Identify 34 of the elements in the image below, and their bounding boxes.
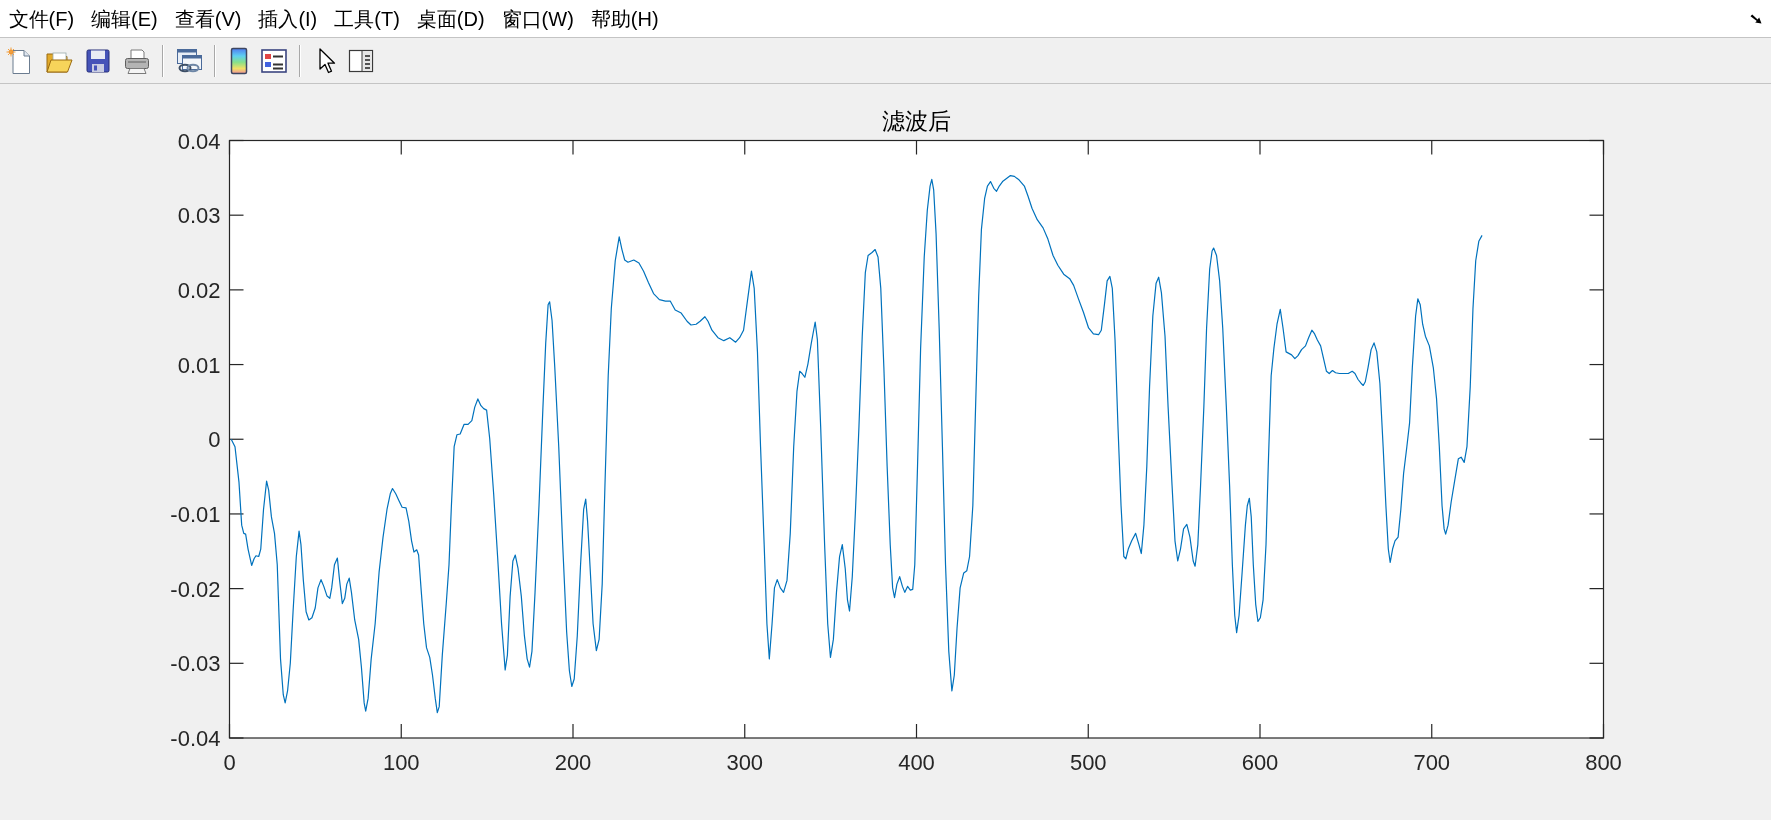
pointer-icon[interactable] — [318, 46, 336, 75]
menu-item[interactable]: 插入(I) — [249, 2, 326, 35]
menu-item[interactable]: 编辑(E) — [82, 2, 167, 35]
menu-item[interactable]: 桌面(D) — [408, 2, 494, 35]
y-tick-label: 0.02 — [177, 277, 221, 303]
x-tick-label: 700 — [1413, 750, 1451, 775]
legend-icon[interactable] — [260, 46, 288, 75]
x-tick-label: 400 — [898, 750, 935, 775]
x-tick-label: 600 — [1241, 750, 1279, 775]
x-tick-label: 200 — [554, 750, 592, 775]
printer-icon[interactable] — [123, 46, 151, 75]
chart-title: 滤波后 — [882, 107, 951, 134]
y-tick-label: 0.03 — [177, 203, 221, 229]
x-tick-label: 500 — [1069, 750, 1107, 775]
x-tick-label: 300 — [726, 750, 764, 775]
menu-item[interactable]: 查看(V) — [166, 2, 250, 35]
x-tick-label: 0 — [223, 750, 236, 775]
y-tick-label: 0 — [208, 427, 221, 453]
y-tick-label: -0.03 — [170, 651, 221, 677]
down-right-arrow-icon[interactable] — [1750, 13, 1762, 24]
menu-item[interactable]: 文件(F) — [0, 2, 83, 35]
y-tick-label: 0.01 — [177, 352, 221, 378]
y-tick-label: -0.04 — [170, 726, 221, 751]
y-tick-label: -0.02 — [170, 576, 221, 602]
save-icon[interactable] — [84, 46, 112, 75]
menu-item[interactable]: 工具(T) — [325, 2, 409, 35]
x-tick-label: 100 — [382, 750, 420, 775]
x-tick-label: 800 — [1585, 750, 1622, 775]
y-tick-label: -0.01 — [170, 501, 221, 527]
linked-windows-icon[interactable] — [175, 46, 203, 75]
colorbar-icon[interactable] — [229, 46, 249, 75]
menu-item[interactable]: 帮助(H) — [582, 2, 668, 35]
menu-item[interactable]: 窗口(W) — [493, 2, 583, 35]
y-tick-label: 0.04 — [177, 128, 221, 154]
